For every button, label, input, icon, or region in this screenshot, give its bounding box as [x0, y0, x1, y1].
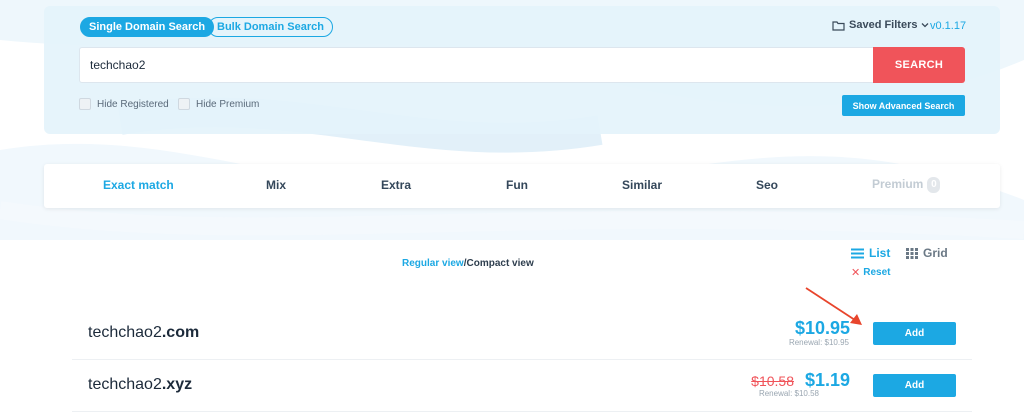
folder-icon — [832, 20, 845, 31]
close-icon: ✕ — [851, 267, 861, 279]
checkbox-box[interactable] — [178, 98, 190, 110]
domain-name: techchao2.xyz — [88, 376, 192, 394]
hide-premium-label: Hide Premium — [196, 98, 260, 110]
search-button[interactable]: SEARCH — [873, 47, 965, 83]
show-advanced-search-button[interactable]: Show Advanced Search — [842, 95, 965, 116]
tab-seo[interactable]: Seo — [756, 178, 778, 192]
grid-label: Grid — [923, 246, 948, 260]
regular-view-link[interactable]: Regular view — [402, 258, 464, 269]
add-to-cart-button[interactable]: Add — [873, 322, 956, 345]
grid-icon — [906, 247, 918, 259]
tab-similar[interactable]: Similar — [622, 178, 662, 192]
reset-link[interactable]: ✕ Reset — [851, 266, 890, 279]
result-category-tabs: Exact match Mix Extra Fun Similar Seo Pr… — [44, 164, 1000, 208]
reset-label: Reset — [863, 267, 891, 278]
hide-premium-checkbox[interactable]: Hide Premium — [178, 98, 259, 110]
domain-search-input[interactable] — [79, 47, 873, 83]
premium-count-badge: 0 — [927, 177, 941, 193]
tab-mix[interactable]: Mix — [266, 178, 286, 192]
tab-fun[interactable]: Fun — [506, 178, 528, 192]
checkbox-box[interactable] — [79, 98, 91, 110]
tab-extra[interactable]: Extra — [381, 178, 411, 192]
domain-name: techchao2.com — [88, 324, 199, 342]
renewal-price: Renewal: $10.95 — [788, 338, 849, 347]
domain-base: techchao2 — [88, 324, 162, 341]
saved-filters-label: Saved Filters — [849, 19, 918, 31]
list-view-toggle[interactable]: List — [851, 246, 890, 260]
search-panel: Single Domain Search Bulk Domain Search … — [44, 6, 1000, 134]
chevron-down-icon — [922, 23, 929, 28]
add-to-cart-button[interactable]: Add — [873, 374, 956, 397]
grid-view-toggle[interactable]: Grid — [906, 246, 948, 260]
single-domain-search-tab[interactable]: Single Domain Search — [80, 17, 215, 37]
tab-premium-label: Premium — [872, 177, 924, 192]
original-price: $10.58 — [751, 373, 794, 389]
list-label: List — [869, 246, 891, 260]
view-mode-links: Regular view/Compact view — [402, 258, 534, 269]
domain-tld: .xyz — [161, 376, 193, 393]
saved-filters-dropdown[interactable]: Saved Filters — [832, 19, 929, 31]
domain-price: $1.19 — [804, 370, 850, 390]
list-icon — [851, 248, 864, 258]
version-label: v0.1.17 — [930, 20, 967, 32]
result-row: techchao2.xyz $10.58 $1.19 Renewal: $10.… — [72, 360, 972, 412]
hide-registered-label: Hide Registered — [97, 98, 169, 110]
hide-registered-checkbox[interactable]: Hide Registered — [79, 98, 169, 110]
tab-exact-match[interactable]: Exact match — [103, 178, 174, 192]
bulk-domain-search-tab[interactable]: Bulk Domain Search — [208, 17, 333, 37]
domain-base: techchao2 — [88, 376, 162, 393]
domain-tld: .com — [161, 324, 200, 341]
compact-view-link[interactable]: Compact view — [466, 258, 533, 269]
renewal-price: Renewal: $10.58 — [758, 389, 819, 398]
annotation-arrow-icon — [805, 287, 862, 325]
tab-premium[interactable]: Premium 0 — [872, 177, 941, 193]
